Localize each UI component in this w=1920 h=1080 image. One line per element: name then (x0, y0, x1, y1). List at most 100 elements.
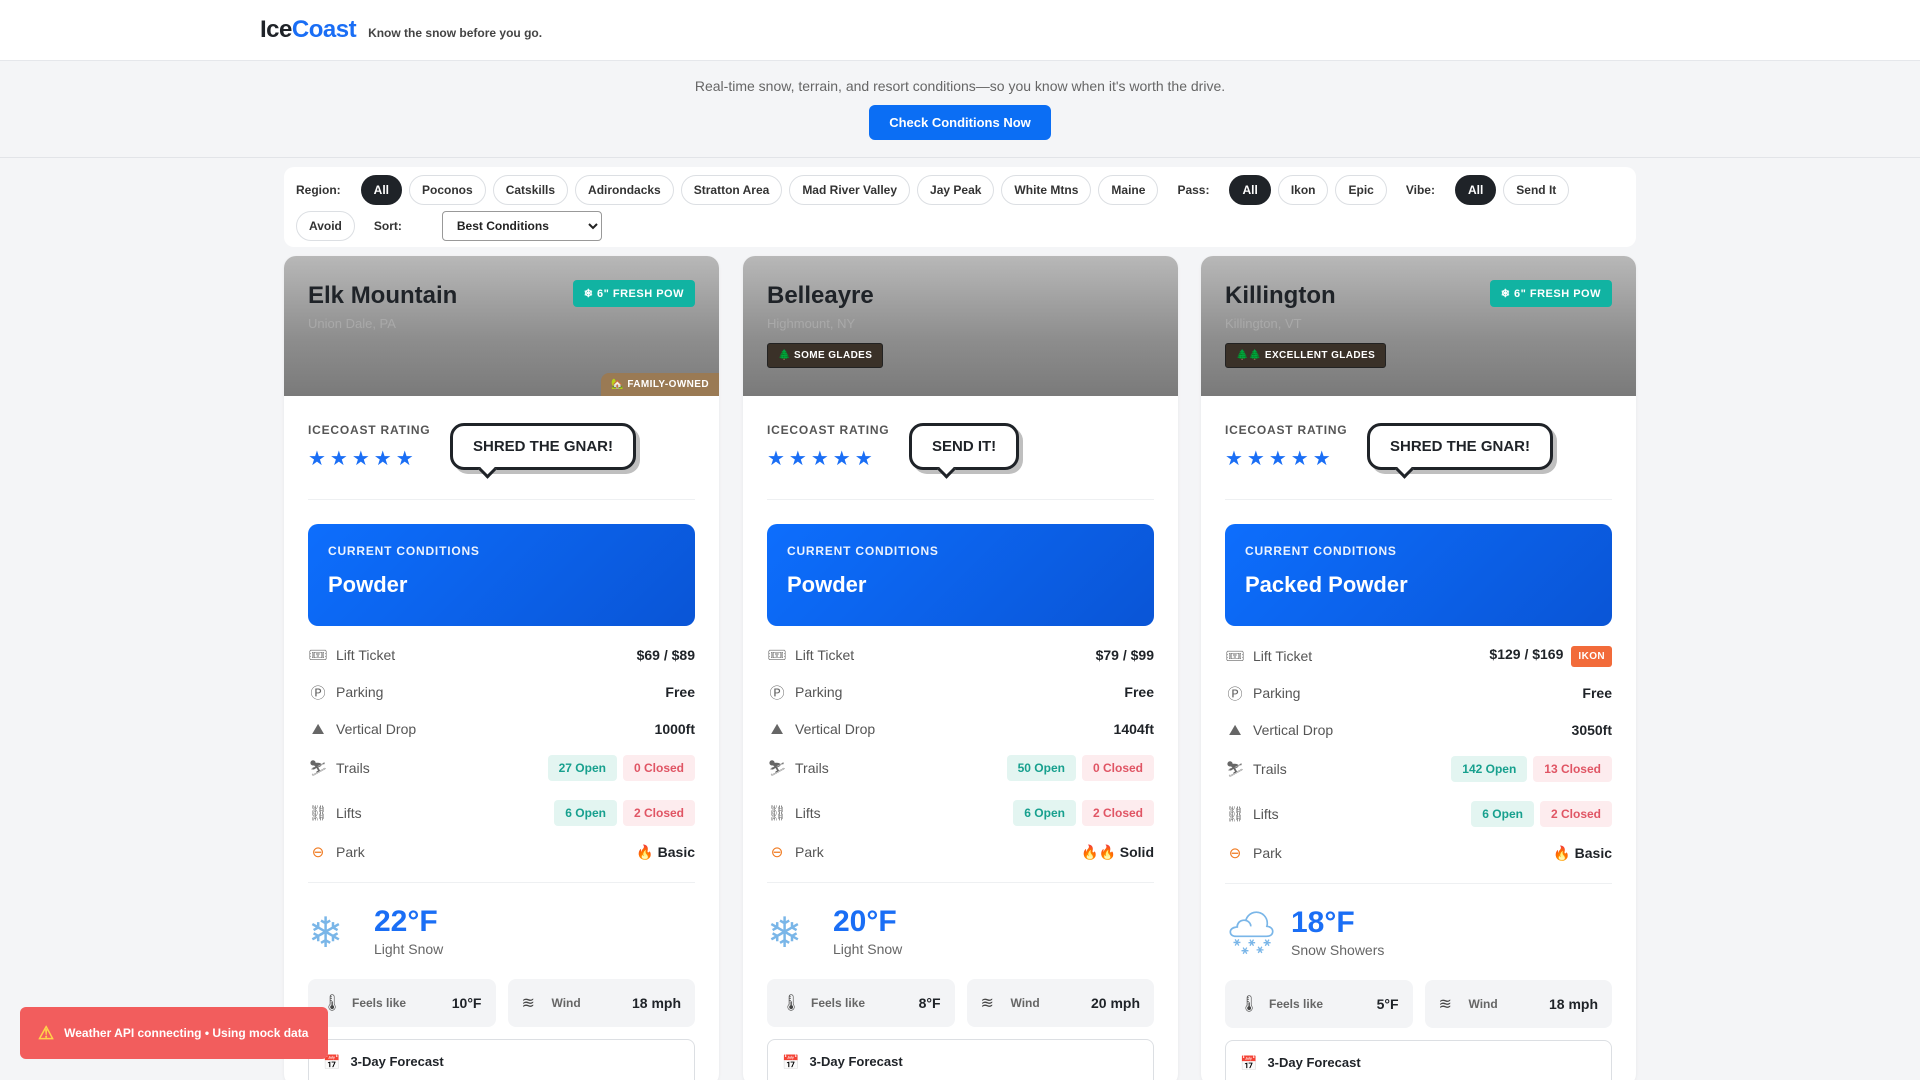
lifts-closed-pill: 2 Closed (622, 800, 695, 826)
feels-like-box: 🌡 Feels like 8°F (767, 979, 955, 1027)
lift-ticket-value: $69 / $89 (636, 647, 695, 663)
ticket-icon: 🎟 (308, 647, 328, 664)
resort-location: Killington, VT (1225, 316, 1302, 331)
wind-box: ≋ Wind 18 mph (1424, 980, 1612, 1028)
vertical-drop-row: ⛰ Vertical Drop 1404ft (767, 720, 1154, 738)
pass-chip-epic[interactable]: Epic (1335, 175, 1387, 205)
top-bar: IceCoast Know the snow before you go. (0, 0, 1920, 61)
wind-label: Wind (1468, 997, 1498, 1011)
feels-like-label: Feels like (811, 996, 866, 1010)
vibe-chip-all[interactable]: All (1454, 175, 1497, 205)
logo[interactable]: IceCoast (260, 16, 357, 44)
api-status-toast[interactable]: ⚠ Weather API connecting • Using mock da… (20, 1007, 328, 1059)
skier-icon: ⛷ (308, 760, 328, 777)
resort-card[interactable]: Killington Killington, VT ❄ 6" FRESH POW… (1201, 256, 1636, 1080)
forecast-toggle[interactable]: 📅 3-Day Forecast (308, 1039, 695, 1080)
trails-open-pill: 50 Open (1006, 755, 1076, 781)
pass-chip-all[interactable]: All (1229, 175, 1271, 205)
vertical-drop-label: Vertical Drop (1253, 722, 1334, 738)
region-chip-mad-river-valley[interactable]: Mad River Valley (789, 175, 911, 205)
forecast-label: 3-Day Forecast (809, 1054, 903, 1069)
park-label: Park (1253, 845, 1282, 861)
forecast-toggle[interactable]: 📅 3-Day Forecast (1225, 1040, 1612, 1080)
thermometer-icon: 🌡 (1239, 996, 1260, 1013)
conditions-label: CURRENT CONDITIONS (328, 544, 480, 558)
rating-row: ICECOAST RATING ★★★★★ SHRED THE GNAR! (1225, 396, 1612, 500)
rating-row: ICECOAST RATING ★★★★★ SHRED THE GNAR! (308, 396, 695, 500)
wind-icon: ≋ (521, 995, 535, 1012)
vibe-bubble: SHRED THE GNAR! (1367, 423, 1554, 470)
current-conditions-box: CURRENT CONDITIONS Packed Powder (1225, 524, 1612, 626)
weather-summary: 🌨 18°F Snow Showers (1225, 906, 1612, 959)
parking-label: Parking (336, 684, 384, 700)
pass-chip-ikon[interactable]: Ikon (1277, 175, 1329, 205)
feels-like-box: 🌡 Feels like 5°F (1225, 980, 1413, 1028)
lift-ticket-value: $129 / $169 (1489, 645, 1564, 662)
resort-card[interactable]: Belleayre Highmount, NY 🌲 SOME GLADES IC… (743, 256, 1178, 1080)
mountain-icon: ⛰ (311, 720, 325, 738)
forecast-toggle[interactable]: 📅 3-Day Forecast (767, 1039, 1154, 1080)
tagline: Know the snow before you go. (368, 26, 543, 40)
parking-icon: Ⓟ (310, 684, 326, 702)
region-chip-maine[interactable]: Maine (1098, 175, 1159, 205)
weather-details: 🌡 Feels like 10°F ≋ Wind 18 mph (308, 979, 695, 1027)
temperature: 18°F (1291, 906, 1355, 939)
resort-location: Highmount, NY (767, 316, 856, 331)
region-chip-poconos[interactable]: Poconos (409, 175, 486, 205)
region-chip-jay-peak[interactable]: Jay Peak (917, 175, 995, 205)
weather-description: Light Snow (374, 941, 444, 957)
feels-like-label: Feels like (1269, 997, 1324, 1011)
warning-icon: ⚠ (38, 1022, 55, 1043)
chairlift-icon: ⛓ (308, 805, 328, 822)
current-conditions-box: CURRENT CONDITIONS Powder (308, 524, 695, 626)
parking-row: Ⓟ Parking Free (1225, 684, 1612, 703)
card-header: Killington Killington, VT ❄ 6" FRESH POW… (1201, 256, 1636, 396)
region-chip-white-mtns[interactable]: White Mtns (1001, 175, 1092, 205)
weather-summary: ❄ 22°F Light Snow (308, 905, 695, 958)
trails-closed-pill: 0 Closed (1081, 755, 1154, 781)
vertical-drop-row: ⛰ Vertical Drop 1000ft (308, 720, 695, 738)
wind-box: ≋ Wind 20 mph (966, 979, 1154, 1027)
divider (767, 882, 1154, 883)
conditions-label: CURRENT CONDITIONS (1245, 544, 1397, 558)
region-chip-adirondacks[interactable]: Adirondacks (575, 175, 674, 205)
vibe-label: Vibe: (1405, 183, 1435, 197)
divider (1225, 883, 1612, 884)
temperature: 22°F (374, 905, 438, 938)
pass-label: Pass: (1177, 183, 1210, 197)
lift-ticket-value: $79 / $99 (1095, 647, 1154, 663)
mountain-icon: ⛰ (770, 720, 784, 738)
feels-like-box: 🌡 Feels like 10°F (308, 979, 496, 1027)
park-row: ⊖ Park 🔥🔥 Solid (767, 843, 1154, 862)
parking-row: Ⓟ Parking Free (767, 683, 1154, 702)
lift-ticket-label: Lift Ticket (336, 647, 396, 663)
star-rating: ★★★★★ (1225, 448, 1335, 470)
lifts-row: ⛓ Lifts 6 Open 2 Closed (1225, 800, 1612, 828)
vibe-chip-send-it[interactable]: Send It (1503, 175, 1570, 205)
rating-label: ICECOAST RATING (767, 423, 890, 437)
forecast-label: 3-Day Forecast (350, 1054, 444, 1069)
region-chip-stratton-area[interactable]: Stratton Area (680, 175, 783, 205)
snowflake-icon: ❄ (308, 908, 344, 956)
region-chip-catskills[interactable]: Catskills (492, 175, 569, 205)
hero: Real-time snow, terrain, and resort cond… (0, 61, 1920, 158)
glades-badge: 🌲🌲 EXCELLENT GLADES (1225, 343, 1387, 368)
lift-ticket-row: 🎟 Lift Ticket $129 / $169 IKON (1225, 645, 1612, 667)
check-conditions-button[interactable]: Check Conditions Now (869, 105, 1051, 140)
terrain-park-icon: ⊖ (770, 844, 784, 861)
region-label: Region: (296, 183, 341, 197)
wind-value: 18 mph (631, 995, 681, 1011)
fresh-pow-badge: ❄ 6" FRESH POW (572, 280, 695, 307)
forecast-label: 3-Day Forecast (1267, 1055, 1361, 1070)
lift-ticket-row: 🎟 Lift Ticket $69 / $89 (308, 646, 695, 664)
park-row: ⊖ Park 🔥 Basic (308, 843, 695, 862)
lift-ticket-label: Lift Ticket (795, 647, 855, 663)
region-chip-all[interactable]: All (360, 175, 403, 205)
thermometer-icon: 🌡 (781, 995, 802, 1012)
lifts-open-pill: 6 Open (554, 800, 617, 826)
resort-location: Union Dale, PA (308, 316, 396, 331)
vibe-chip-avoid[interactable]: Avoid (296, 211, 355, 241)
trails-row: ⛷ Trails 50 Open 0 Closed (767, 754, 1154, 782)
sort-select[interactable]: Best Conditions (441, 211, 602, 241)
resort-card[interactable]: Elk Mountain Union Dale, PA ❄ 6" FRESH P… (284, 256, 719, 1080)
